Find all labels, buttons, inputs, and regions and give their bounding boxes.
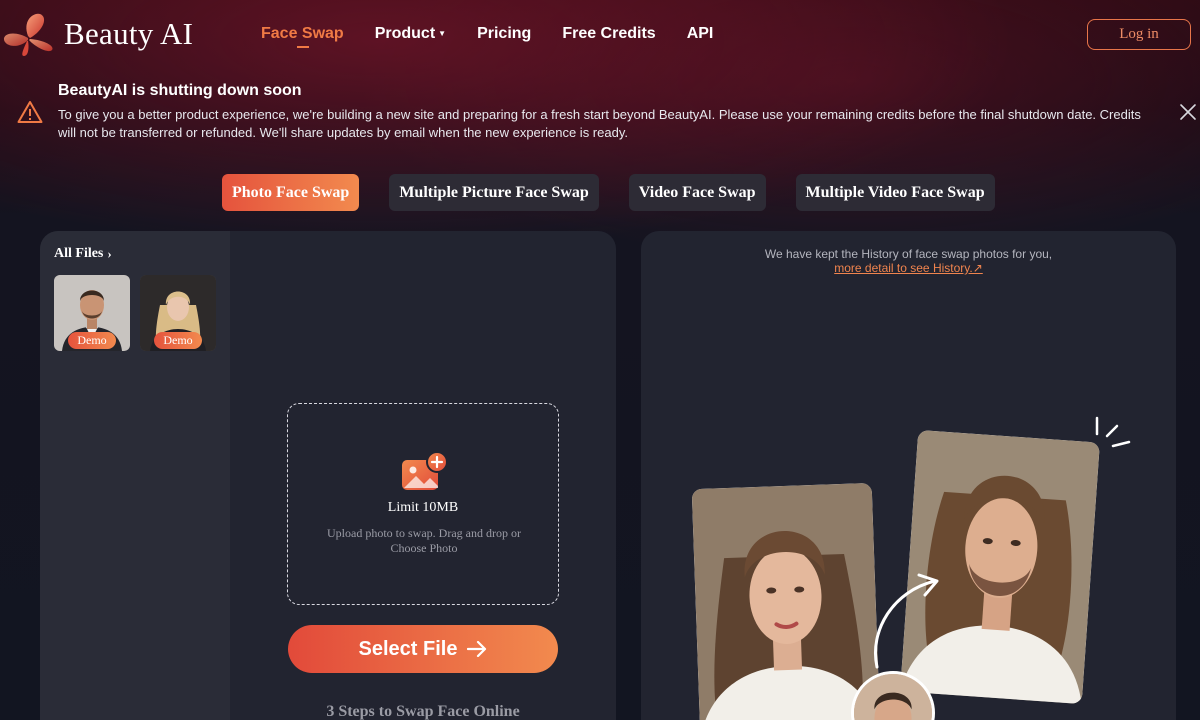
steps-heading: 3 Steps to Swap Face Online [326, 703, 520, 720]
history-link[interactable]: more detail to see History.↗ [641, 261, 1176, 275]
all-files-link[interactable]: All Files › [54, 246, 112, 262]
sparkle-icon [1095, 416, 1131, 448]
brand-logo[interactable]: Beauty AI [0, 10, 193, 58]
tab-photo-face-swap[interactable]: Photo Face Swap [222, 174, 360, 211]
source-photo-woman [691, 482, 881, 720]
all-files-label: All Files [54, 246, 104, 261]
files-sidebar: All Files › Demo Demo [40, 231, 230, 720]
main-nav: Face Swap Product ▼ Pricing Free Credits … [261, 25, 744, 48]
warning-triangle-icon [17, 101, 43, 123]
man-avatar-image [854, 674, 932, 720]
nav-face-swap[interactable]: Face Swap [261, 25, 344, 48]
demo-badge: Demo [154, 332, 202, 349]
select-file-label: Select File [358, 637, 458, 660]
select-file-button[interactable]: Select File [288, 625, 558, 673]
tab-multiple-video-face-swap[interactable]: Multiple Video Face Swap [795, 174, 995, 211]
brand-name: Beauty AI [64, 16, 194, 51]
nav-api[interactable]: API [687, 25, 714, 43]
history-notice: We have kept the History of face swap ph… [764, 247, 1053, 261]
woman-photo-image [691, 482, 881, 720]
shutdown-banner: BeautyAI is shutting down soon To give y… [0, 78, 1200, 148]
nav-pricing[interactable]: Pricing [477, 25, 531, 43]
demo-badge: Demo [68, 332, 116, 349]
nav-product[interactable]: Product ▼ [375, 25, 446, 43]
caret-down-icon: ▼ [438, 29, 447, 38]
demo-file-man[interactable]: Demo [54, 275, 130, 351]
close-icon[interactable] [1178, 102, 1198, 122]
site-header: Beauty AI Face Swap Product ▼ Pricing Fre… [0, 0, 1200, 70]
add-image-icon [402, 452, 448, 490]
tab-multiple-picture-face-swap[interactable]: Multiple Picture Face Swap [389, 174, 599, 211]
chevron-right-icon: › [107, 246, 112, 261]
arrow-right-icon [467, 641, 487, 657]
butterfly-icon [3, 13, 53, 56]
upload-dropzone[interactable]: Limit 10MB Upload photo to swap. Drag an… [287, 403, 559, 605]
preview-panel: We have kept the History of face swap ph… [641, 231, 1176, 720]
upload-limit: Limit 10MB [387, 500, 459, 515]
demo-file-woman[interactable]: Demo [140, 275, 216, 351]
login-button[interactable]: Log in [1087, 19, 1191, 50]
banner-message: To give you a better product experience,… [58, 107, 1141, 140]
swap-arrow-icon [874, 573, 939, 669]
upload-hint: Upload photo to swap. Drag and drop or C… [327, 526, 521, 555]
tab-video-face-swap[interactable]: Video Face Swap [628, 174, 766, 211]
nav-free-credits[interactable]: Free Credits [562, 25, 655, 43]
upload-panel: All Files › Demo Demo Limit 10MB Upload … [40, 231, 616, 720]
nav-product-label: Product [374, 25, 436, 42]
banner-title: BeautyAI is shutting down soon [58, 82, 302, 99]
swap-mode-tabs: Photo Face Swap Multiple Picture Face Sw… [222, 174, 1025, 211]
